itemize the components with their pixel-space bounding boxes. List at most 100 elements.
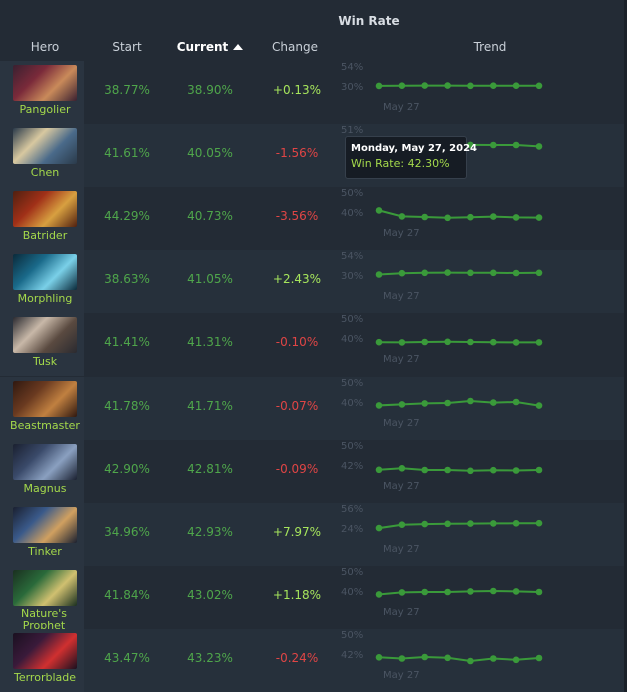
trend-sparkline[interactable]: 50% 42% May 27	[338, 440, 548, 503]
hero-cell[interactable]: Morphling	[0, 250, 84, 313]
trend-point[interactable]	[512, 588, 520, 595]
trend-point[interactable]	[375, 82, 383, 90]
table-row[interactable]: Chen 41.61% 40.05% -1.56% 51%	[0, 124, 627, 187]
trend-point[interactable]	[398, 655, 406, 662]
trend-point[interactable]	[490, 338, 497, 346]
hero-name[interactable]: Beastmaster	[3, 420, 87, 432]
trend-point[interactable]	[444, 520, 451, 528]
trend-point[interactable]	[535, 588, 543, 596]
trend-point[interactable]	[512, 520, 520, 527]
trend-point[interactable]	[375, 402, 383, 409]
hero-cell[interactable]: Chen	[0, 124, 84, 187]
trend-point[interactable]	[490, 587, 497, 595]
trend-point[interactable]	[421, 653, 428, 661]
table-row[interactable]: Tusk 41.41% 41.31% -0.10% 50% 40% May 27	[0, 313, 627, 376]
trend-sparkline[interactable]: 50% 42% May 27	[338, 629, 548, 692]
trend-point[interactable]	[512, 467, 520, 474]
trend-sparkline[interactable]: 50% 40% May 27	[338, 313, 548, 376]
trend-point[interactable]	[375, 207, 383, 214]
trend-point[interactable]	[421, 520, 428, 528]
hero-name[interactable]: Chen	[3, 167, 87, 179]
hero-name[interactable]: Terrorblade	[3, 672, 87, 684]
hero-portrait[interactable]	[13, 128, 77, 164]
trend-point[interactable]	[535, 339, 543, 346]
trend-point[interactable]	[467, 213, 474, 221]
hero-name[interactable]: Pangolier	[3, 104, 87, 116]
trend-sparkline[interactable]: 50% 40% May 27	[338, 187, 548, 250]
table-row[interactable]: Magnus 42.90% 42.81% -0.09% 50% 42% May 27	[0, 440, 627, 503]
trend-point[interactable]	[444, 588, 451, 596]
trend-point[interactable]	[467, 588, 474, 595]
trend-point[interactable]	[512, 398, 520, 406]
hero-cell[interactable]: Nature's Prophet	[0, 566, 84, 632]
trend-point[interactable]	[490, 213, 497, 220]
trend-point[interactable]	[375, 591, 383, 598]
hero-name[interactable]: Morphling	[3, 293, 87, 305]
trend-point[interactable]	[398, 465, 406, 472]
trend-point[interactable]	[398, 82, 406, 89]
trend-point[interactable]	[444, 214, 451, 222]
trend-point[interactable]	[512, 339, 520, 346]
hero-name[interactable]: Tusk	[3, 356, 87, 368]
hero-name[interactable]: Magnus	[3, 483, 87, 495]
hero-name[interactable]: Tinker	[3, 546, 87, 558]
table-row[interactable]: Nature's Prophet 41.84% 43.02% +1.18% 50% 40%…	[0, 566, 627, 632]
trend-point[interactable]	[375, 524, 383, 532]
trend-point[interactable]	[421, 588, 428, 596]
trend-point[interactable]	[421, 269, 428, 277]
trend-sparkline[interactable]: 50% 40% May 27	[338, 566, 548, 629]
table-row[interactable]: Terrorblade 43.47% 43.23% -0.24% 50% 42% May 2…	[0, 629, 627, 692]
trend-point[interactable]	[490, 466, 497, 474]
trend-sparkline[interactable]: 50% 40% May 27	[338, 377, 548, 440]
trend-sparkline[interactable]: 56% 24% May 27	[338, 503, 548, 566]
trend-point[interactable]	[535, 466, 543, 474]
hero-cell[interactable]: Tusk	[0, 313, 84, 376]
trend-point[interactable]	[398, 339, 406, 346]
hero-portrait[interactable]	[13, 444, 77, 480]
hero-portrait[interactable]	[13, 507, 77, 543]
trend-point[interactable]	[535, 519, 543, 527]
table-row[interactable]: Beastmaster 41.78% 41.71% -0.07% 50% 40% May 2…	[0, 377, 627, 440]
trend-point[interactable]	[444, 466, 451, 474]
hero-cell[interactable]: Magnus	[0, 440, 84, 503]
trend-point[interactable]	[421, 213, 428, 221]
trend-point[interactable]	[512, 269, 520, 277]
trend-point[interactable]	[421, 82, 428, 89]
hero-portrait[interactable]	[13, 633, 77, 669]
trend-point[interactable]	[444, 338, 451, 346]
trend-point[interactable]	[467, 520, 474, 527]
trend-point[interactable]	[375, 654, 383, 661]
trend-point[interactable]	[421, 466, 428, 474]
column-header-change[interactable]: Change	[260, 38, 330, 57]
trend-point[interactable]	[490, 82, 497, 89]
trend-point[interactable]	[398, 589, 406, 596]
trend-sparkline[interactable]: 54% 30% May 27	[338, 250, 548, 313]
trend-point[interactable]	[375, 271, 383, 278]
trend-point[interactable]	[398, 521, 406, 528]
hero-cell[interactable]: Beastmaster	[0, 377, 84, 440]
table-row[interactable]: Morphling 38.63% 41.05% +2.43% 54% 30% May 27	[0, 250, 627, 313]
trend-point[interactable]	[375, 338, 383, 346]
hero-cell[interactable]: Tinker	[0, 503, 84, 566]
trend-point[interactable]	[444, 269, 451, 276]
table-row[interactable]: Pangolier 38.77% 38.90% +0.13% 54% 30% May 27	[0, 61, 627, 124]
hero-name[interactable]: Batrider	[3, 230, 87, 242]
trend-point[interactable]	[467, 397, 474, 405]
hero-portrait[interactable]	[13, 317, 77, 353]
trend-point[interactable]	[375, 466, 383, 474]
trend-point[interactable]	[467, 467, 474, 475]
column-header-hero[interactable]: Hero	[0, 38, 90, 57]
trend-point[interactable]	[512, 656, 520, 664]
trend-point[interactable]	[535, 143, 543, 150]
trend-point[interactable]	[444, 82, 451, 89]
trend-point[interactable]	[490, 141, 497, 149]
trend-point[interactable]	[398, 401, 406, 408]
trend-point[interactable]	[535, 82, 543, 90]
trend-point[interactable]	[467, 657, 474, 665]
trend-point[interactable]	[421, 338, 428, 346]
hero-portrait[interactable]	[13, 191, 77, 227]
trend-point[interactable]	[490, 520, 497, 527]
trend-point[interactable]	[535, 269, 543, 277]
hero-cell[interactable]: Terrorblade	[0, 629, 84, 692]
trend-point[interactable]	[421, 400, 428, 407]
